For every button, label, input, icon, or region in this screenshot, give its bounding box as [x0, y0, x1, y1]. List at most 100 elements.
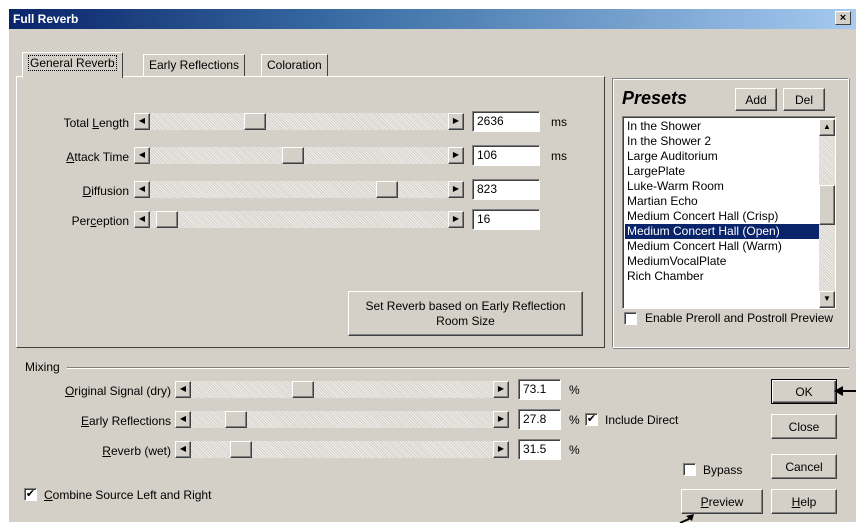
- list-item[interactable]: Medium Concert Hall (Warm): [625, 239, 819, 254]
- tab-label: Coloration: [267, 58, 322, 72]
- enable-preroll-label: Enable Preroll and Postroll Preview: [645, 311, 834, 325]
- total-length-unit: ms: [551, 115, 567, 129]
- total-length-right-button[interactable]: ▶: [448, 113, 464, 130]
- close-button[interactable]: Close: [771, 414, 837, 439]
- total-length-input[interactable]: 2636: [472, 111, 540, 132]
- enable-preroll-checkbox[interactable]: [624, 312, 637, 325]
- bypass-checkbox[interactable]: [683, 463, 696, 476]
- original-signal-input[interactable]: 73.1: [518, 379, 561, 400]
- mixing-group-line: [67, 367, 849, 369]
- list-item[interactable]: In the Shower 2: [625, 134, 819, 149]
- tab-label: General Reverb: [28, 55, 117, 71]
- ok-button[interactable]: OK: [771, 379, 837, 404]
- perception-track[interactable]: [150, 211, 448, 228]
- original-signal-track[interactable]: [191, 381, 493, 398]
- list-item[interactable]: Martian Echo: [625, 194, 819, 209]
- original-signal-left-button[interactable]: ◀: [175, 381, 191, 398]
- window-title: Full Reverb: [13, 12, 79, 26]
- right-arrow-icon: ▶: [452, 150, 460, 159]
- perception-right-button[interactable]: ▶: [448, 211, 464, 228]
- set-reverb-button[interactable]: Set Reverb based on Early Reflection Roo…: [348, 291, 583, 336]
- scroll-up-button[interactable]: ▲: [819, 119, 835, 136]
- perception-left-button[interactable]: ◀: [134, 211, 150, 228]
- list-item[interactable]: Medium Concert Hall (Crisp): [625, 209, 819, 224]
- diffusion-slider-thumb[interactable]: [376, 181, 399, 198]
- reverb-wet-right-button[interactable]: ▶: [493, 441, 509, 458]
- diffusion-left-button[interactable]: ◀: [134, 181, 150, 198]
- total-length-left-button[interactable]: ◀: [134, 113, 150, 130]
- early-reflections-right-button[interactable]: ▶: [493, 411, 509, 428]
- original-signal-slider-thumb[interactable]: [291, 381, 314, 398]
- total-length-slider-thumb[interactable]: [243, 113, 266, 130]
- original-signal-unit: %: [569, 383, 580, 397]
- left-arrow-icon: ◀: [179, 414, 187, 423]
- include-direct-label: Include Direct: [605, 413, 679, 427]
- preview-button[interactable]: Preview: [681, 489, 763, 514]
- right-arrow-icon: ▶: [452, 184, 460, 193]
- add-preset-button[interactable]: Add: [735, 88, 777, 111]
- diffusion-input[interactable]: 823: [472, 179, 540, 200]
- general-reverb-panel: Total Length ◀ ▶ 2636 ms Attack Time ◀ ▶…: [16, 76, 605, 348]
- include-direct-checkbox[interactable]: ✔: [585, 413, 598, 426]
- close-window-button[interactable]: ×: [835, 11, 851, 25]
- left-arrow-icon: ◀: [138, 116, 146, 125]
- early-reflections-input[interactable]: 27.8: [518, 409, 561, 430]
- attack-time-right-button[interactable]: ▶: [448, 147, 464, 164]
- perception-input[interactable]: 16: [472, 209, 540, 230]
- early-reflections-slider-thumb[interactable]: [224, 411, 247, 428]
- list-item[interactable]: LargePlate: [625, 164, 819, 179]
- combine-source-checkbox[interactable]: ✔: [24, 488, 37, 501]
- reverb-wet-input[interactable]: 31.5: [518, 439, 561, 460]
- diffusion-right-button[interactable]: ▶: [448, 181, 464, 198]
- attack-time-left-button[interactable]: ◀: [134, 147, 150, 164]
- reverb-wet-unit: %: [569, 443, 580, 457]
- check-icon: ✔: [586, 413, 597, 425]
- reverb-wet-slider-thumb[interactable]: [230, 441, 253, 458]
- attack-time-input[interactable]: 106: [472, 145, 540, 166]
- tab-label: Early Reflections: [149, 58, 240, 72]
- list-item[interactable]: Large Auditorium: [625, 149, 819, 164]
- diffusion-label: Diffusion: [82, 184, 129, 198]
- tab-coloration[interactable]: Coloration: [261, 54, 328, 76]
- full-reverb-dialog: Full Reverb × General Reverb Early Refle…: [8, 8, 856, 523]
- cancel-button[interactable]: Cancel: [771, 454, 837, 479]
- left-arrow-icon: ◀: [179, 444, 187, 453]
- reverb-wet-label: Reverb (wet): [102, 444, 171, 458]
- bypass-label: Bypass: [703, 463, 743, 477]
- early-reflections-label: Early Reflections: [80, 414, 171, 428]
- diffusion-track[interactable]: [150, 181, 448, 198]
- scroll-thumb[interactable]: [819, 185, 835, 225]
- left-arrow-icon: ◀: [138, 214, 146, 223]
- original-signal-right-button[interactable]: ▶: [493, 381, 509, 398]
- presets-list[interactable]: In the Shower In the Shower 2 Large Audi…: [622, 116, 836, 309]
- list-item[interactable]: MediumVocalPlate: [625, 254, 819, 269]
- reverb-wet-left-button[interactable]: ◀: [175, 441, 191, 458]
- combine-source-label: Combine Source Left and Right: [44, 488, 212, 502]
- total-length-track[interactable]: [150, 113, 448, 130]
- list-item[interactable]: In the Shower: [625, 119, 819, 134]
- tab-early-reflections[interactable]: Early Reflections: [143, 54, 246, 76]
- early-reflections-unit: %: [569, 413, 580, 427]
- list-item[interactable]: Luke-Warm Room: [625, 179, 819, 194]
- list-item[interactable]: Rich Chamber: [625, 269, 819, 284]
- presets-scrollbar[interactable]: ▲ ▼: [819, 119, 835, 308]
- delete-preset-button[interactable]: Del: [783, 88, 825, 111]
- early-reflections-left-button[interactable]: ◀: [175, 411, 191, 428]
- check-icon: ✔: [25, 488, 36, 500]
- perception-slider-thumb[interactable]: [155, 211, 178, 228]
- close-icon: ×: [839, 12, 847, 24]
- right-arrow-icon: ▶: [497, 384, 505, 393]
- perception-label: Perception: [71, 214, 129, 228]
- original-signal-label: Original Signal (dry): [64, 384, 171, 398]
- help-button[interactable]: Help: [771, 489, 837, 514]
- attack-time-unit: ms: [551, 149, 567, 163]
- list-item-selected[interactable]: Medium Concert Hall (Open): [625, 224, 819, 239]
- tab-general-reverb[interactable]: General Reverb: [22, 52, 123, 78]
- total-length-label: Total Length: [63, 116, 129, 130]
- right-arrow-icon: ▶: [452, 116, 460, 125]
- right-arrow-icon: ▶: [452, 214, 460, 223]
- mixing-title: Mixing: [23, 360, 62, 374]
- scroll-down-button[interactable]: ▼: [819, 291, 835, 308]
- attack-time-label: Attack Time: [66, 150, 129, 164]
- attack-time-slider-thumb[interactable]: [282, 147, 305, 164]
